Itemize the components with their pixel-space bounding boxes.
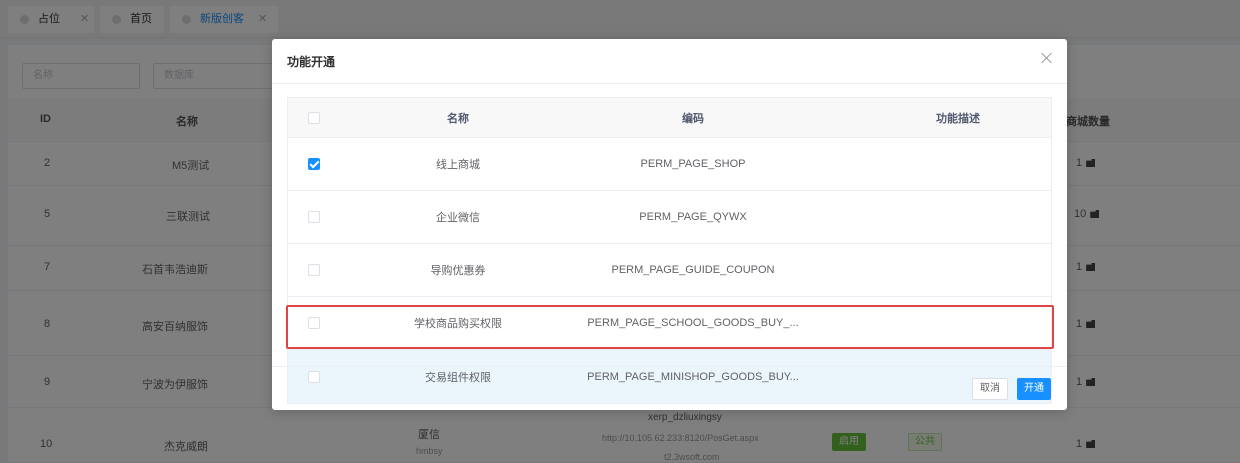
checkbox-cell — [288, 297, 338, 349]
divider — [272, 366, 1067, 367]
feature-table-header: 名称 编码 功能描述 — [288, 98, 1051, 138]
feature-code: PERM_PAGE_GUIDE_COUPON — [611, 264, 775, 276]
table-row[interactable]: 企业微信 PERM_PAGE_QYWX — [288, 191, 1051, 244]
feature-code: PERM_PAGE_SCHOOL_GOODS_BUY_... — [587, 317, 799, 329]
feature-description — [868, 297, 1048, 349]
feature-name: 交易组件权限 — [425, 371, 491, 384]
table-row[interactable]: 学校商品购买权限 PERM_PAGE_SCHOOL_GOODS_BUY_... — [288, 297, 1051, 350]
table-row[interactable]: 线上商城 PERM_PAGE_SHOP — [288, 138, 1051, 191]
header-description: 功能描述 — [936, 112, 980, 125]
feature-name: 学校商品购买权限 — [414, 318, 502, 330]
feature-table: 名称 编码 功能描述 线上商城 PERM_PAGE_SHOP 企业微信 PERM… — [287, 97, 1052, 404]
cancel-button[interactable]: 取消 — [972, 378, 1008, 400]
header-code: 编码 — [682, 112, 704, 125]
row-checkbox[interactable] — [308, 264, 320, 276]
feature-code: PERM_PAGE_SHOP — [640, 158, 746, 170]
checkbox-cell — [288, 244, 338, 296]
close-icon[interactable] — [1039, 50, 1055, 66]
table-row[interactable]: 导购优惠券 PERM_PAGE_GUIDE_COUPON — [288, 244, 1051, 297]
feature-description — [868, 244, 1048, 296]
row-checkbox[interactable] — [308, 317, 320, 329]
row-checkbox[interactable] — [308, 158, 320, 170]
row-checkbox[interactable] — [308, 211, 320, 223]
table-row-highlighted[interactable]: 交易组件权限 PERM_PAGE_MINISHOP_GOODS_BUY... — [288, 350, 1051, 403]
row-checkbox[interactable] — [308, 370, 320, 383]
feature-description — [868, 138, 1048, 190]
feature-code: PERM_PAGE_QYWX — [639, 211, 747, 223]
activate-button[interactable]: 开通 — [1017, 378, 1051, 400]
dialog-title: 功能开通 — [287, 55, 336, 69]
divider — [272, 83, 1067, 84]
feature-description — [868, 191, 1048, 243]
feature-name: 导购优惠券 — [430, 265, 486, 277]
feature-activation-dialog: 功能开通 名称 编码 功能描述 线上商城 PERM_PAGE_SHOP 企业微信… — [272, 39, 1067, 410]
feature-code: PERM_PAGE_MINISHOP_GOODS_BUY... — [587, 370, 799, 383]
checkbox-cell — [288, 350, 338, 403]
feature-name: 线上商城 — [436, 159, 480, 171]
checkbox-cell — [288, 191, 338, 243]
checkbox-cell — [288, 138, 338, 190]
select-all-checkbox[interactable] — [308, 111, 320, 124]
select-all-cell — [288, 98, 338, 137]
feature-name: 企业微信 — [436, 212, 480, 224]
header-name: 名称 — [447, 112, 469, 125]
